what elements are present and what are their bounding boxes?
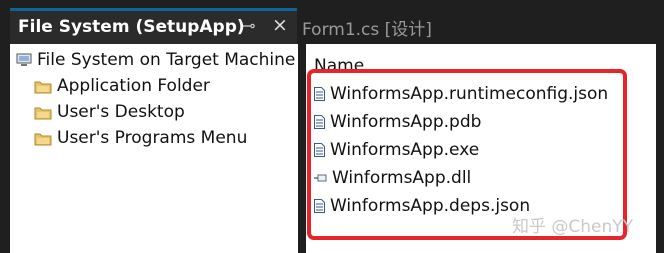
document-icon	[314, 199, 325, 213]
pane-splitter[interactable]	[298, 44, 306, 253]
tree-item-label: User's Programs Menu	[57, 128, 248, 148]
folder-icon	[34, 107, 52, 119]
tree-item-label: Application Folder	[57, 76, 210, 96]
tree-item-application-folder[interactable]: Application Folder	[34, 76, 210, 96]
document-icon	[314, 143, 325, 157]
document-icon	[314, 115, 325, 129]
window-frame-left	[0, 44, 10, 253]
tab-form1-design[interactable]: Form1.cs [设计]	[300, 10, 480, 44]
file-row[interactable]: WinformsApp.exe	[314, 140, 479, 160]
file-name: WinformsApp.runtimeconfig.json	[330, 84, 609, 104]
document-tab-strip: File System (SetupApp) ⊸ × Form1.cs [设计]	[0, 0, 664, 44]
folder-icon	[34, 81, 52, 93]
tab-file-system-label: File System (SetupApp)	[18, 17, 245, 37]
watermark: 知乎 @ChenYY	[512, 217, 634, 237]
file-name: WinformsApp.exe	[330, 140, 480, 160]
file-row[interactable]: WinformsApp.pdb	[314, 112, 481, 132]
tab-form1-design-label: Form1.cs [设计]	[302, 20, 432, 40]
document-icon	[314, 87, 325, 101]
column-header-name[interactable]: Name	[314, 56, 364, 76]
tree-item-users-programs-menu[interactable]: User's Programs Menu	[34, 128, 247, 148]
pin-icon[interactable]: ⊸	[242, 16, 255, 35]
tree-root-target-machine[interactable]: File System on Target Machine	[16, 50, 295, 70]
tree-item-users-desktop[interactable]: User's Desktop	[34, 102, 185, 122]
file-row[interactable]: WinformsApp.deps.json	[314, 196, 530, 216]
file-row[interactable]: WinformsApp.runtimeconfig.json	[314, 84, 608, 104]
close-icon[interactable]: ×	[272, 14, 288, 36]
file-name: WinformsApp.pdb	[330, 112, 482, 132]
computer-icon	[16, 53, 32, 66]
folder-icon	[34, 133, 52, 145]
file-name: WinformsApp.dll	[332, 168, 472, 188]
dll-icon	[314, 174, 327, 182]
file-system-tree: File System on Target Machine Applicatio…	[10, 44, 298, 253]
tree-root-label: File System on Target Machine	[37, 50, 296, 70]
tree-item-label: User's Desktop	[57, 102, 185, 122]
window-frame-right	[656, 44, 664, 253]
tab-file-system[interactable]: File System (SetupApp) ⊸ ×	[10, 8, 297, 44]
file-row[interactable]: WinformsApp.dll	[314, 168, 471, 188]
file-name: WinformsApp.deps.json	[330, 196, 531, 216]
